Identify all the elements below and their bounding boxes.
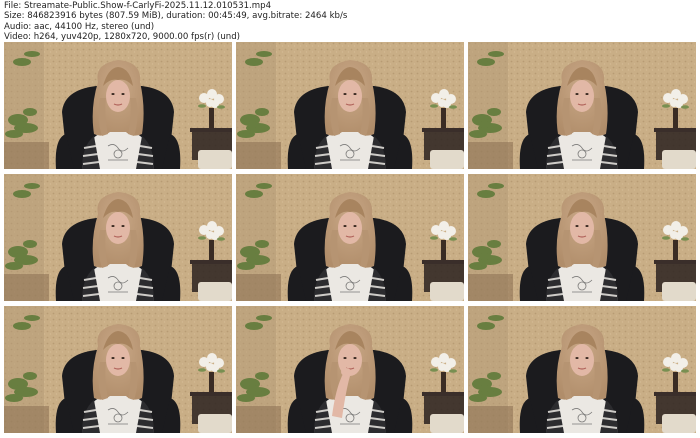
- thumbnail-grid: [4, 42, 696, 434]
- video-thumbnail: [4, 174, 232, 301]
- video-thumbnail: [468, 174, 696, 301]
- video-thumbnail: [4, 306, 232, 433]
- size-line: Size: 846823916 bytes (807.59 MiB), dura…: [4, 11, 348, 22]
- audio-line: Audio: aac, 44100 Hz, stereo (und): [4, 21, 155, 32]
- file-info-header: File: Streamate-Public.Show-f-CarlyFi-20…: [4, 1, 347, 43]
- video-thumbnail: [236, 174, 464, 301]
- video-thumbnail: [236, 42, 464, 169]
- video-thumbnail: [468, 42, 696, 169]
- video-thumbnail: [236, 306, 464, 433]
- file-line: File: Streamate-Public.Show-f-CarlyFi-20…: [4, 1, 272, 11]
- video-thumbnail: [468, 306, 696, 433]
- video-thumbnail: [4, 42, 232, 169]
